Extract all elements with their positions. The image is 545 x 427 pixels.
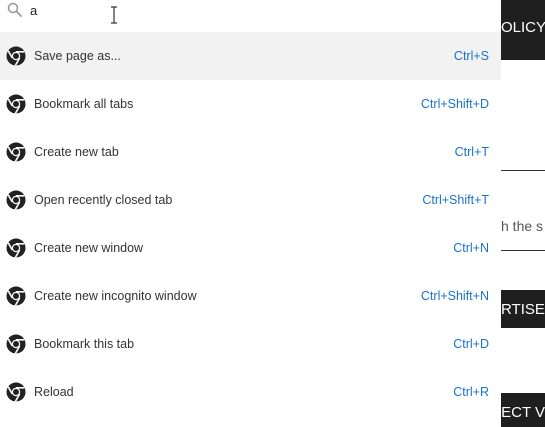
text-fragment: h the s — [501, 218, 544, 234]
command-shortcut: Ctrl+N — [453, 241, 489, 255]
command-item[interactable]: Bookmark this tab Ctrl+D — [0, 320, 501, 368]
command-shortcut: Ctrl+Shift+D — [420, 97, 489, 111]
search-row — [0, 0, 501, 32]
chrome-icon — [6, 382, 26, 402]
policy-fragment: OLICY — [501, 19, 545, 36]
chrome-icon — [6, 190, 26, 210]
background-page: OLICY h the s RTISE CONNECT V — [501, 0, 545, 427]
command-label: Open recently closed tab — [34, 193, 173, 207]
connect-banner[interactable]: CONNECT V — [501, 393, 545, 427]
command-label: Bookmark this tab — [34, 337, 135, 351]
command-item[interactable]: Create new incognito window Ctrl+Shift+N — [0, 272, 501, 320]
command-label: Reload — [34, 385, 74, 399]
chrome-icon — [6, 46, 26, 66]
command-item[interactable]: Bookmark all tabs Ctrl+Shift+D — [0, 80, 501, 128]
command-label: Bookmark all tabs — [34, 97, 134, 111]
command-item[interactable]: Create new tab Ctrl+T — [0, 128, 501, 176]
chrome-icon — [6, 286, 26, 306]
chrome-icon — [6, 334, 26, 354]
command-list: Save page as... Ctrl+S Bookmark all tabs Ct… — [0, 32, 501, 416]
command-item[interactable]: Open recently closed tab Ctrl+Shift+T — [0, 176, 501, 224]
divider-line — [501, 250, 545, 251]
search-input[interactable] — [30, 0, 450, 20]
command-shortcut: Ctrl+D — [453, 337, 489, 351]
connect-fragment: CONNECT V — [501, 404, 545, 421]
chrome-icon — [6, 238, 26, 258]
command-popup: Save page as... Ctrl+S Bookmark all tabs Ct… — [0, 0, 501, 427]
command-label: Create new tab — [34, 145, 119, 159]
command-label: Create new window — [34, 241, 144, 255]
advertise-fragment: RTISE — [501, 301, 545, 318]
command-item[interactable]: Save page as... Ctrl+S — [0, 32, 501, 80]
command-item[interactable]: Reload Ctrl+R — [0, 368, 501, 416]
chrome-icon — [6, 142, 26, 162]
divider-line — [501, 170, 545, 171]
command-label: Save page as... — [34, 49, 121, 63]
command-shortcut: Ctrl+S — [453, 49, 489, 63]
advertise-banner[interactable]: RTISE — [501, 290, 545, 328]
command-shortcut: Ctrl+Shift+N — [420, 289, 489, 303]
command-item[interactable]: Create new window Ctrl+N — [0, 224, 501, 272]
command-shortcut: Ctrl+T — [454, 145, 489, 159]
command-shortcut: Ctrl+R — [453, 385, 489, 399]
search-icon — [7, 2, 22, 17]
policy-banner[interactable]: OLICY — [501, 0, 545, 60]
text-cursor-icon — [111, 6, 117, 24]
command-label: Create new incognito window — [34, 289, 197, 303]
command-shortcut: Ctrl+Shift+T — [422, 193, 489, 207]
chrome-icon — [6, 94, 26, 114]
